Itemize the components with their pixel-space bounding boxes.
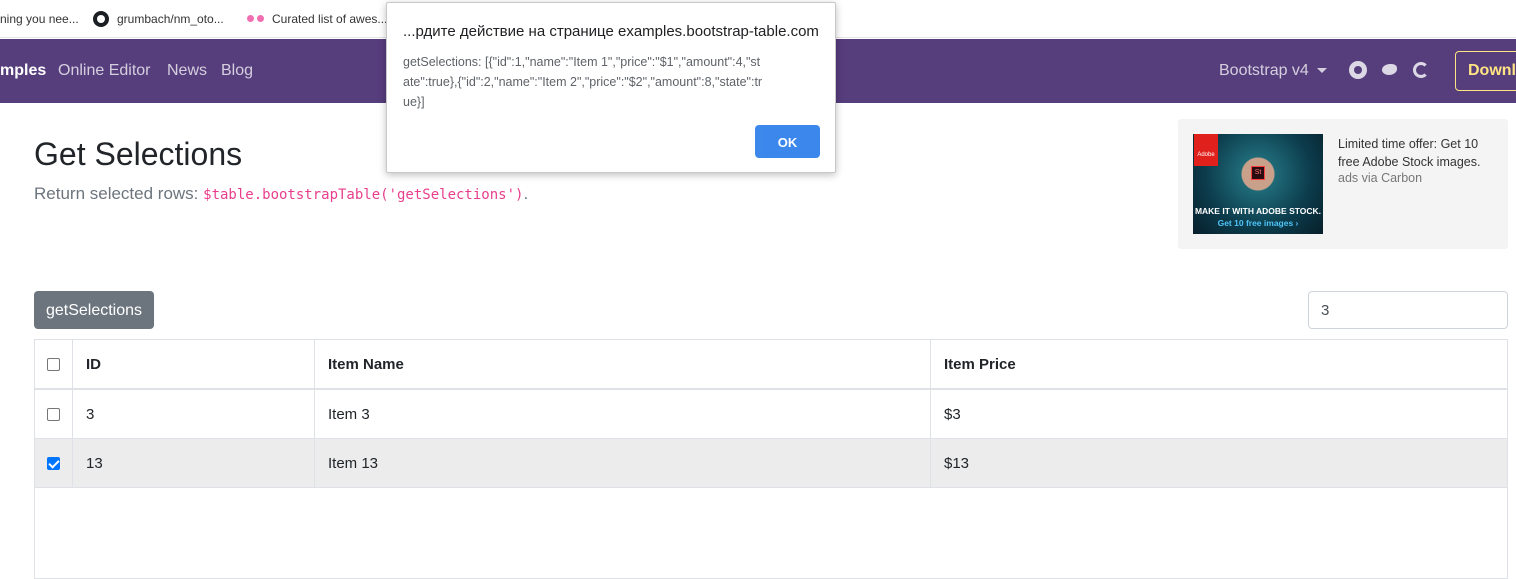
- ok-button[interactable]: OK: [755, 125, 820, 158]
- lead-code: $table.bootstrapTable('getSelections'): [203, 187, 524, 203]
- bookmark-item[interactable]: ning you nee...: [0, 0, 79, 38]
- nav-news[interactable]: News: [167, 39, 207, 103]
- select-all-checkbox[interactable]: [47, 357, 60, 371]
- row-select-cell: [35, 439, 73, 487]
- dialog-message: getSelections: [{"id":1,"name":"Item 1",…: [403, 55, 763, 109]
- bookmark-label: grumbach/nm_oto...: [117, 11, 224, 26]
- nav-blog[interactable]: Blog: [221, 39, 253, 103]
- cell-item-price: $3: [944, 405, 961, 423]
- search-input[interactable]: [1308, 291, 1508, 329]
- opencollective-icon[interactable]: [1413, 62, 1429, 78]
- page-title: Get Selections: [34, 136, 243, 172]
- ad-text[interactable]: Limited time offer: Get 10 free Adobe St…: [1338, 135, 1498, 171]
- select-all-cell: [35, 340, 73, 388]
- carbon-ad: Adobe St MAKE IT WITH ADOBE STOCK. Get 1…: [1178, 119, 1508, 249]
- nav-online-editor[interactable]: Online Editor: [58, 39, 151, 103]
- bootstrap-version-dropdown[interactable]: Bootstrap v4: [1219, 39, 1327, 103]
- cell-item-name: Item 13: [315, 439, 931, 487]
- header-item-price[interactable]: Item Price: [931, 340, 1507, 388]
- download-button[interactable]: Downlo: [1455, 51, 1516, 91]
- row-select-cell: [35, 390, 73, 438]
- lead-text: Return selected rows:: [34, 184, 204, 203]
- github-icon[interactable]: [1349, 61, 1367, 79]
- bookmark-item[interactable]: Curated list of awes...: [247, 0, 387, 38]
- ad-subline: Get 10 free images ›: [1217, 218, 1299, 228]
- table-row[interactable]: 13 Item 13 $13: [35, 439, 1507, 488]
- bookmark-label: ning you nee...: [0, 11, 79, 26]
- ad-tagline: MAKE IT WITH ADOBE STOCK.: [1194, 206, 1322, 216]
- bookmark-item[interactable]: grumbach/nm_oto...: [93, 0, 224, 38]
- cell-item-price: $13: [944, 454, 970, 472]
- table-row[interactable]: 3 Item 3 $3: [35, 390, 1507, 439]
- cell-id: 3: [73, 390, 315, 438]
- ad-image[interactable]: Adobe St MAKE IT WITH ADOBE STOCK. Get 1…: [1193, 134, 1323, 234]
- row-checkbox[interactable]: [47, 456, 60, 470]
- header-item-name[interactable]: Item Name: [315, 340, 931, 388]
- cell-id: 13: [73, 439, 315, 487]
- data-table: ID Item Name Item Price 3 Item 3 $3 13 I…: [34, 339, 1508, 579]
- caret-down-icon: [1316, 68, 1327, 74]
- glasses-icon: [247, 14, 264, 23]
- adobe-stock-logo: St: [1251, 166, 1265, 180]
- row-checkbox[interactable]: [47, 407, 60, 421]
- dialog-title: ...рдите действие на странице examples.b…: [403, 23, 819, 40]
- header-id[interactable]: ID: [73, 340, 315, 388]
- table-header-row: ID Item Name Item Price: [35, 340, 1507, 390]
- page-description: Return selected rows: $table.bootstrapTa…: [34, 184, 528, 204]
- lead-end: .: [523, 184, 529, 203]
- github-icon: [93, 10, 109, 27]
- alert-dialog: ...рдите действие на странице examples.b…: [386, 2, 836, 173]
- get-selections-button[interactable]: getSelections: [34, 291, 154, 329]
- twitter-icon[interactable]: [1381, 61, 1399, 79]
- nav-examples[interactable]: mples: [0, 39, 46, 103]
- cell-item-name: Item 3: [315, 390, 931, 438]
- ad-via[interactable]: ads via Carbon: [1338, 171, 1422, 185]
- adobe-logo: Adobe: [1194, 134, 1218, 166]
- bookmark-label: Curated list of awes...: [272, 11, 388, 26]
- bootstrap-version-label: Bootstrap v4: [1219, 62, 1309, 79]
